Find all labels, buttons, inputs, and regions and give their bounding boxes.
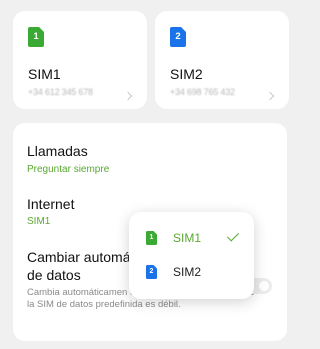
sim1-number: +34 612 345 678 [28,87,93,97]
sim-slot-number: 2 [175,31,181,42]
calls-row-title[interactable]: Llamadas [27,143,88,159]
internet-sim-popup-menu: 1 SIM1 2 SIM2 [129,212,254,299]
sim-card-icon: 1 [28,27,44,47]
dual-sim-settings-screen: 1 SIM1 +34 612 345 678 2 SIM2 +34 698 76… [0,0,300,349]
internet-row-title[interactable]: Internet [27,196,74,212]
auto-switch-data-title: Cambiar automát de datos [27,249,135,283]
chevron-right-icon [265,91,275,101]
sim2-card[interactable]: 2 SIM2 +34 698 765 432 [155,11,289,109]
calls-row-value: Preguntar siempre [27,164,110,175]
popup-option-sim1[interactable]: 1 SIM1 [129,221,254,255]
sim-slot-number: 1 [149,234,154,241]
toggle-knob [259,281,269,291]
popup-option-label: SIM1 [173,231,202,245]
sim1-card[interactable]: 1 SIM1 +34 612 345 678 [13,11,147,109]
popup-option-sim2[interactable]: 2 SIM2 [129,255,254,289]
sim-slot-number: 2 [149,268,154,275]
sim2-title: SIM2 [170,66,203,82]
sim-card-icon: 2 [170,27,186,47]
chevron-right-icon [123,91,133,101]
sim-card-icon: 1 [146,231,157,245]
sim2-number: +34 698 765 432 [170,87,235,97]
sim-slot-number: 1 [33,31,39,42]
sim1-title: SIM1 [28,66,61,82]
internet-row-value: SIM1 [27,216,51,227]
checkmark-icon [226,229,240,242]
popup-option-label: SIM2 [173,265,202,279]
sim-card-icon: 2 [146,265,157,279]
